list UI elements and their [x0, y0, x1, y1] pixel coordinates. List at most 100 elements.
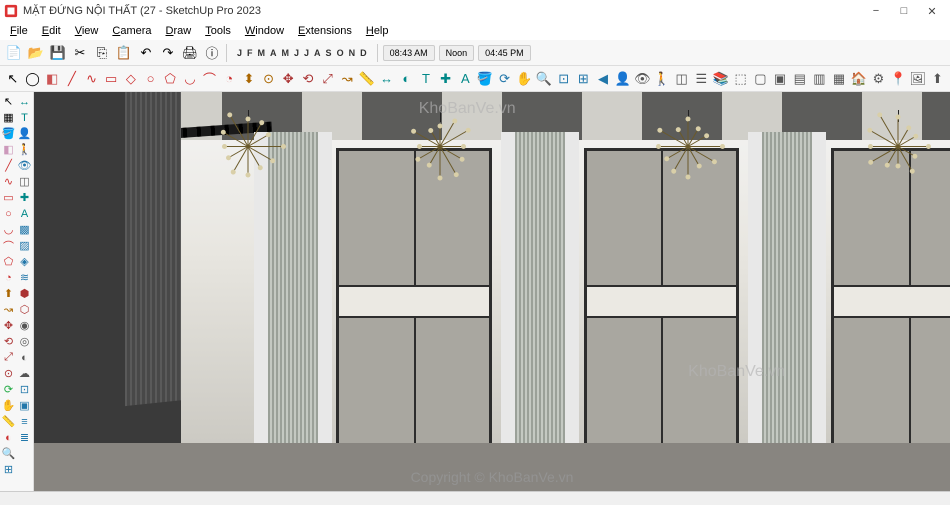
menu-camera[interactable]: Camera: [106, 24, 157, 38]
text-button[interactable]: T: [417, 69, 435, 89]
warehouse-button[interactable]: 🏠: [850, 69, 868, 89]
save-button[interactable]: 💾: [48, 43, 68, 63]
month-9[interactable]: O: [335, 47, 346, 59]
scale-button[interactable]: ⤢: [319, 69, 337, 89]
top-button[interactable]: ▢: [752, 69, 770, 89]
position-camera-button[interactable]: 👤: [614, 69, 632, 89]
section-button[interactable]: ◫: [673, 69, 691, 89]
line-button[interactable]: ╱: [63, 69, 81, 89]
copy-button[interactable]: ⎘: [92, 43, 112, 63]
axes-tool[interactable]: ✚: [17, 190, 32, 205]
rotated-rect-button[interactable]: ◇: [122, 69, 140, 89]
month-7[interactable]: A: [312, 47, 323, 59]
orbit-button[interactable]: ⟳: [496, 69, 514, 89]
section-plane-tool[interactable]: ◫: [17, 174, 32, 189]
look-around-tool[interactable]: 👁: [17, 158, 32, 173]
freehand-button[interactable]: ∿: [83, 69, 101, 89]
look-button[interactable]: 👁: [634, 69, 652, 89]
print-button[interactable]: 🖨: [180, 43, 200, 63]
style-2-tool[interactable]: ◎: [17, 334, 32, 349]
orbit-tool[interactable]: ⟳: [1, 382, 16, 397]
axes-button[interactable]: ✚: [437, 69, 455, 89]
close-button[interactable]: ✕: [918, 1, 946, 21]
front-button[interactable]: ▣: [771, 69, 789, 89]
protractor-button[interactable]: ◐: [397, 69, 415, 89]
pan-tool[interactable]: ✋: [1, 398, 16, 413]
eraser-tool[interactable]: ◧: [1, 142, 16, 157]
followme-button[interactable]: ↝: [338, 69, 356, 89]
menu-edit[interactable]: Edit: [36, 24, 67, 38]
solid-2-tool[interactable]: ⬡: [17, 302, 32, 317]
month-6[interactable]: J: [302, 47, 311, 59]
right-button[interactable]: ▤: [791, 69, 809, 89]
zoom-tool[interactable]: 🔍: [1, 446, 16, 461]
rectangle-button[interactable]: ▭: [102, 69, 120, 89]
sandbox-2-tool[interactable]: ▨: [17, 238, 32, 253]
move-tool[interactable]: ✥: [1, 318, 16, 333]
tape-tool[interactable]: 📏: [1, 414, 16, 429]
ext-2-tool[interactable]: ≣: [17, 430, 32, 445]
3d-text-tool[interactable]: A: [17, 206, 32, 221]
freehand-tool[interactable]: ∿: [1, 174, 16, 189]
dimension-button[interactable]: ↔: [378, 69, 396, 89]
eraser-button[interactable]: ◧: [43, 69, 61, 89]
menu-window[interactable]: Window: [239, 24, 290, 38]
solid-1-tool[interactable]: ⬢: [17, 286, 32, 301]
select-button[interactable]: ↖: [4, 69, 22, 89]
rectangle-tool[interactable]: ▭: [1, 190, 16, 205]
polygon-tool[interactable]: ⬠: [1, 254, 16, 269]
polygon-button[interactable]: ⬠: [161, 69, 179, 89]
month-strip[interactable]: JFMAMJJASOND: [231, 47, 373, 59]
sandbox-3-tool[interactable]: ◈: [17, 254, 32, 269]
ext-1-tool[interactable]: ≡: [17, 414, 32, 429]
open-button[interactable]: 📂: [26, 43, 46, 63]
backface-tool[interactable]: ▣: [17, 398, 32, 413]
month-4[interactable]: M: [280, 47, 292, 59]
iso-button[interactable]: ⬚: [732, 69, 750, 89]
move-button[interactable]: ✥: [279, 69, 297, 89]
menu-tools[interactable]: Tools: [199, 24, 237, 38]
zoom-button[interactable]: 🔍: [535, 69, 553, 89]
3dtext-button[interactable]: A: [456, 69, 474, 89]
menu-draw[interactable]: Draw: [160, 24, 198, 38]
walk-tool[interactable]: 🚶: [17, 142, 32, 157]
month-5[interactable]: J: [292, 47, 301, 59]
fog-tool[interactable]: ☁: [17, 366, 32, 381]
cut-button[interactable]: ✂: [70, 43, 90, 63]
month-1[interactable]: F: [245, 47, 255, 59]
dimension-tool[interactable]: ↔: [17, 94, 32, 109]
layers-button[interactable]: 📚: [712, 69, 730, 89]
pie-tool[interactable]: ◔: [1, 270, 16, 285]
walk-button[interactable]: 🚶: [653, 69, 671, 89]
paint-button[interactable]: 🪣: [476, 69, 494, 89]
shadow-tool[interactable]: ◐: [17, 350, 32, 365]
scale-tool[interactable]: ⤢: [1, 350, 16, 365]
minimize-button[interactable]: −: [862, 1, 890, 21]
menu-file[interactable]: File: [4, 24, 34, 38]
pushpull-tool[interactable]: ⬆: [1, 286, 16, 301]
style-1-tool[interactable]: ◉: [17, 318, 32, 333]
offset-button[interactable]: ⊙: [260, 69, 278, 89]
paste-button[interactable]: 📋: [114, 43, 134, 63]
upload-button[interactable]: ⬆: [929, 69, 947, 89]
circle-button[interactable]: ○: [142, 69, 160, 89]
time-morning[interactable]: 08:43 AM: [383, 45, 435, 61]
pushpull-button[interactable]: ⬍: [240, 69, 258, 89]
arc-button[interactable]: ◡: [181, 69, 199, 89]
select-tool[interactable]: ↖: [1, 94, 16, 109]
rotate-tool[interactable]: ⟲: [1, 334, 16, 349]
redo-button[interactable]: ↷: [158, 43, 178, 63]
menu-extensions[interactable]: Extensions: [292, 24, 358, 38]
time-noon[interactable]: Noon: [439, 45, 475, 61]
zoom-extents-tool[interactable]: ⊞: [1, 462, 16, 477]
preview-match-button[interactable]: 🖼: [909, 69, 927, 89]
left-button[interactable]: ▦: [830, 69, 848, 89]
maximize-button[interactable]: □: [890, 1, 918, 21]
circle-tool[interactable]: ○: [1, 206, 16, 221]
position-camera-tool[interactable]: 👤: [17, 126, 32, 141]
extensions-button[interactable]: ⚙: [870, 69, 888, 89]
make-component-tool[interactable]: ▦: [1, 110, 16, 125]
zoom-extents-button[interactable]: ⊞: [574, 69, 592, 89]
pan-button[interactable]: ✋: [515, 69, 533, 89]
arc-tool[interactable]: ◡: [1, 222, 16, 237]
